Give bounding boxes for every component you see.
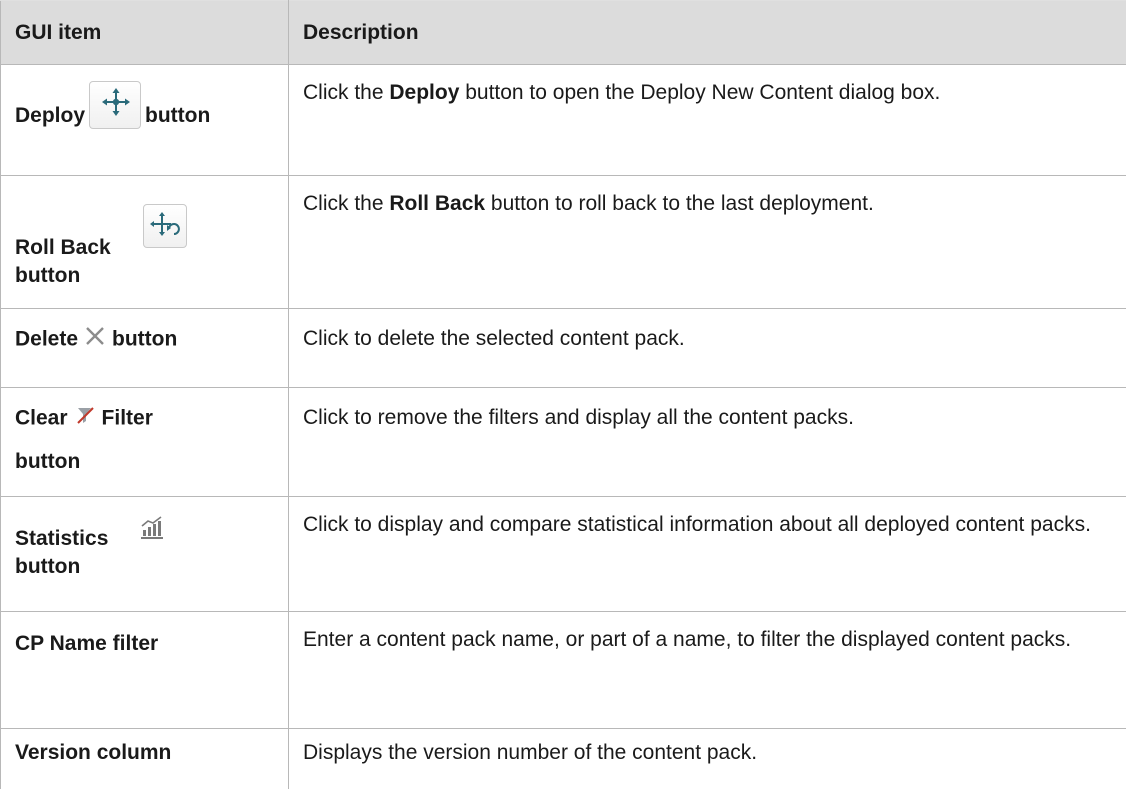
table-row: Version column Displays the version numb… [1,729,1126,789]
statistics-label: Statistics [15,525,108,553]
deploy-label: Deploy [15,103,85,129]
desc-text: Click the [303,81,389,104]
deploy-icon [89,81,141,129]
cp-name-label: CP Name filter [15,632,158,655]
close-icon [84,325,106,355]
description-cell: Click to display and compare statistical… [289,497,1126,612]
gui-item-cell: Version column [1,729,289,789]
clear-suffix: button [15,448,274,476]
statistics-icon [139,515,165,549]
description-cell: Click the Roll Back button to roll back … [289,176,1126,309]
clear-label: Clear [15,407,68,430]
desc-text: Displays the version number of the conte… [303,741,757,764]
desc-text: Click to remove the filters and display … [303,406,854,429]
description-cell: Displays the version number of the conte… [289,729,1126,789]
delete-suffix: button [112,328,177,351]
table-row: Clear Filter button Click to remove the f… [1,388,1126,497]
gui-items-table: GUI item Description Deploy [0,0,1126,789]
deploy-suffix: button [145,103,210,129]
rollback-label: Roll Back [15,234,111,262]
desc-text: button to open the Deploy New Content di… [459,81,940,104]
header-description: Description [289,1,1126,65]
desc-text: Click the [303,192,389,215]
table-row: Statistics button Click to dis [1,497,1126,612]
clear-filter-icon [74,404,96,434]
header-gui-item: GUI item [1,1,289,65]
statistics-suffix: button [15,553,80,581]
delete-label: Delete [15,328,78,351]
desc-text: Click to display and compare statistical… [303,513,1091,536]
gui-item-cell: Clear Filter button [1,388,289,497]
table-header-row: GUI item Description [1,1,1126,65]
description-cell: Click to delete the selected content pac… [289,309,1126,388]
desc-bold: Deploy [389,81,459,104]
desc-text: Enter a content pack name, or part of a … [303,628,1071,651]
rollback-icon [143,204,187,248]
description-cell: Click the Deploy button to open the Depl… [289,65,1126,176]
desc-text: Click to delete the selected content pac… [303,327,685,350]
rollback-suffix: button [15,262,80,290]
desc-text: button to roll back to the last deployme… [485,192,874,215]
gui-item-cell: Delete button [1,309,289,388]
version-label: Version column [15,741,171,764]
table-row: Delete button Click to delete the selecte… [1,309,1126,388]
desc-bold: Roll Back [389,192,485,215]
gui-item-cell: CP Name filter [1,612,289,729]
gui-item-cell: Roll Back button [1,176,289,309]
gui-item-cell: Deploy button [1,65,289,176]
table-row: CP Name filter Enter a content pack name… [1,612,1126,729]
gui-item-cell: Statistics button [1,497,289,612]
table-row: Deploy button C [1,65,1126,176]
clear-label-2: Filter [102,407,153,430]
description-cell: Enter a content pack name, or part of a … [289,612,1126,729]
description-cell: Click to remove the filters and display … [289,388,1126,497]
table-row: Roll Back button [1,176,1126,309]
